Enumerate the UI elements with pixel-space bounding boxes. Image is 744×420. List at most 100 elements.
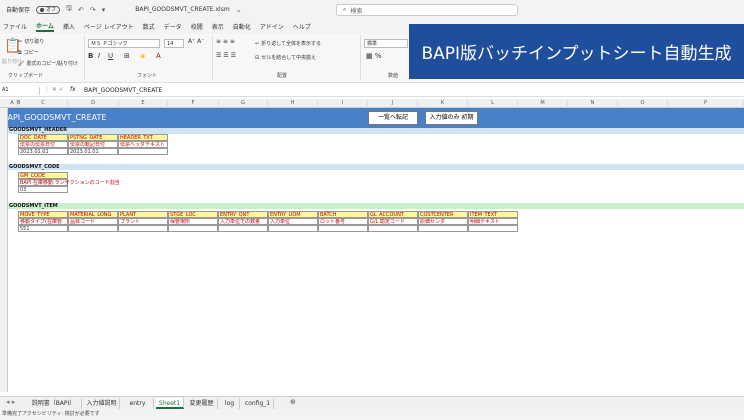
item-grid-values-4[interactable] (218, 225, 268, 232)
hdr-grid-descs-2[interactable]: 伝票ヘッダテキスト (118, 141, 168, 148)
copy-button[interactable]: ⧉ コピー (18, 49, 39, 57)
hdr-grid-descs-0[interactable]: 伝票の伝票日付 (18, 141, 68, 148)
tab-1[interactable]: 入力値説明 (84, 398, 120, 409)
item-grid-descs-5[interactable]: 入力単位 (268, 218, 318, 225)
item-grid-fields-2[interactable]: PLANT (118, 211, 168, 218)
redo-icon[interactable]: ↷ (90, 6, 96, 14)
tab-6[interactable]: config_1 (242, 398, 274, 409)
cut-button[interactable]: ✂ 切り取り (18, 38, 44, 46)
item-grid-fields-7[interactable]: GL_ACCOUNT (368, 211, 418, 218)
item-grid-values-2[interactable] (118, 225, 168, 232)
code-grid-values-0[interactable]: 03 (18, 186, 68, 193)
name-box[interactable]: A1 (2, 87, 40, 95)
column-header-C[interactable]: C (19, 99, 68, 108)
column-header-M[interactable]: M (518, 99, 568, 108)
item-grid-fields-8[interactable]: COSTCENTER (418, 211, 468, 218)
align-top-icon[interactable]: ≡ ≡ ≡ (216, 38, 235, 45)
add-sheet-icon[interactable]: ⊕ (290, 398, 296, 406)
item-grid-descs-4[interactable]: 入力単位での数量 (218, 218, 268, 225)
column-header-F[interactable]: F (168, 99, 219, 108)
menu-item-9[interactable]: アドイン (260, 22, 284, 31)
item-grid-descs-8[interactable]: 原価センタ (418, 218, 468, 225)
hdr-grid-values-1[interactable]: 2023.01.01 (68, 148, 118, 155)
italic-icon[interactable]: I (98, 52, 100, 60)
item-grid-descs-6[interactable]: ロット番号 (318, 218, 368, 225)
menu-item-7[interactable]: 表示 (212, 22, 224, 31)
column-header-P[interactable]: P (668, 99, 744, 108)
column-header-L[interactable]: L (468, 99, 518, 108)
item-grid-descs-1[interactable]: 品目コード (68, 218, 118, 225)
tab-3[interactable]: Sheet1 (156, 398, 184, 409)
border-icon[interactable]: ⊞ (124, 52, 130, 60)
item-grid-descs-7[interactable]: G/L 勘定コード (368, 218, 418, 225)
item-grid-fields-3[interactable]: STGE_LOC (168, 211, 218, 218)
column-header-J[interactable]: J (368, 99, 418, 108)
item-grid-values-7[interactable] (368, 225, 418, 232)
item-grid-descs-3[interactable]: 保管場所 (168, 218, 218, 225)
column-header-A[interactable]: A (8, 99, 17, 108)
column-header-I[interactable]: I (318, 99, 368, 108)
item-grid-descs-2[interactable]: プラント (118, 218, 168, 225)
menu-item-10[interactable]: ヘルプ (293, 22, 311, 31)
menu-item-5[interactable]: データ (164, 22, 182, 31)
font-name-select[interactable]: ＭＳ Ｐゴシック (88, 39, 160, 48)
hdr-grid-values-0[interactable]: 2023.01.01 (18, 148, 68, 155)
item-grid-fields-9[interactable]: ITEM_TEXT (468, 211, 518, 218)
worksheet[interactable]: BAPI_GOODSMVT_CREATE 一覧へ転記 入力値のみ 初期 GOOD… (0, 108, 744, 392)
item-grid-fields-1[interactable]: MATERIAL_LONG (68, 211, 118, 218)
currency-icon[interactable]: ▦ % (366, 52, 382, 60)
merge-center-button[interactable]: ⊟ セルを結合して中央揃え (255, 54, 316, 62)
item-grid-values-8[interactable] (418, 225, 468, 232)
item-grid-values-9[interactable] (468, 225, 518, 232)
column-header-D[interactable]: D (68, 99, 119, 108)
menu-item-8[interactable]: 自動化 (233, 22, 251, 31)
hdr-grid-fields-0[interactable]: DOC_DATE (18, 134, 68, 141)
underline-icon[interactable]: U (108, 52, 113, 60)
tab-0[interactable]: 説明書（BAPI） (26, 398, 82, 409)
tab-5[interactable]: log (220, 398, 240, 409)
menu-item-4[interactable]: 数式 (143, 22, 155, 31)
chevron-down-icon[interactable]: ⌄ (236, 6, 242, 14)
menu-item-3[interactable]: ページ レイアウト (84, 22, 134, 31)
search-box[interactable]: ⌕ 検索 (336, 4, 518, 16)
menu-item-0[interactable]: ファイル (3, 22, 27, 31)
align-left-icon[interactable]: ☰ ☰ ☰ (216, 52, 236, 59)
init-input-button[interactable]: 入力値のみ 初期 (425, 111, 478, 125)
hdr-grid-descs-1[interactable]: 伝票の転記日付 (68, 141, 118, 148)
item-grid-fields-0[interactable]: MOVE_TYPE (18, 211, 68, 218)
item-grid-fields-5[interactable]: ENTRY_UOM (268, 211, 318, 218)
font-grow-icon[interactable]: A⁺ A⁻ (188, 38, 204, 45)
tab-nav-icon[interactable]: ◂ ▸ (6, 398, 15, 406)
item-grid-values-0[interactable]: 551 (18, 225, 68, 232)
hdr-grid-fields-1[interactable]: PSTNG_DATE (68, 134, 118, 141)
item-grid-fields-4[interactable]: ENTRY_QNT (218, 211, 268, 218)
hdr-grid-fields-2[interactable]: HEADER_TXT (118, 134, 168, 141)
item-grid-fields-6[interactable]: BATCH (318, 211, 368, 218)
hdr-grid-values-2[interactable] (118, 148, 168, 155)
item-grid-descs-0[interactable]: 移動タイプ(在庫管 (18, 218, 68, 225)
column-header-N[interactable]: N (568, 99, 618, 108)
save-icon[interactable]: 🖫 (66, 4, 72, 15)
item-grid-descs-9[interactable]: 明細テキスト (468, 218, 518, 225)
item-grid-values-6[interactable] (318, 225, 368, 232)
font-size-select[interactable]: 14 (164, 39, 184, 48)
function-icon[interactable]: fx (70, 86, 76, 93)
tab-4[interactable]: 変更履歴 (186, 398, 218, 409)
number-format-select[interactable]: 標準 (364, 39, 408, 48)
item-grid-values-1[interactable] (68, 225, 118, 232)
column-header-K[interactable]: K (418, 99, 468, 108)
customize-toolbar-icon[interactable]: ▾ (102, 6, 106, 14)
menu-item-6[interactable]: 校閲 (191, 22, 203, 31)
bold-icon[interactable]: B (88, 52, 93, 60)
menu-item-2[interactable]: 挿入 (63, 22, 75, 31)
autosave-toggle[interactable]: オフ (36, 5, 61, 14)
menu-item-1[interactable]: ホーム (36, 21, 54, 32)
column-header-H[interactable]: H (268, 99, 318, 108)
accessibility-status[interactable]: アクセシビリティ: 検討が必要です (22, 409, 100, 420)
item-grid-values-5[interactable] (268, 225, 318, 232)
font-color-icon[interactable]: A (156, 52, 161, 60)
formula-input[interactable]: BAPI_GOODSMVT_CREATE (84, 87, 162, 94)
code-grid-fields-0[interactable]: GM_CODE (18, 172, 68, 179)
column-header-G[interactable]: G (219, 99, 268, 108)
tab-2[interactable]: entry (122, 398, 154, 409)
